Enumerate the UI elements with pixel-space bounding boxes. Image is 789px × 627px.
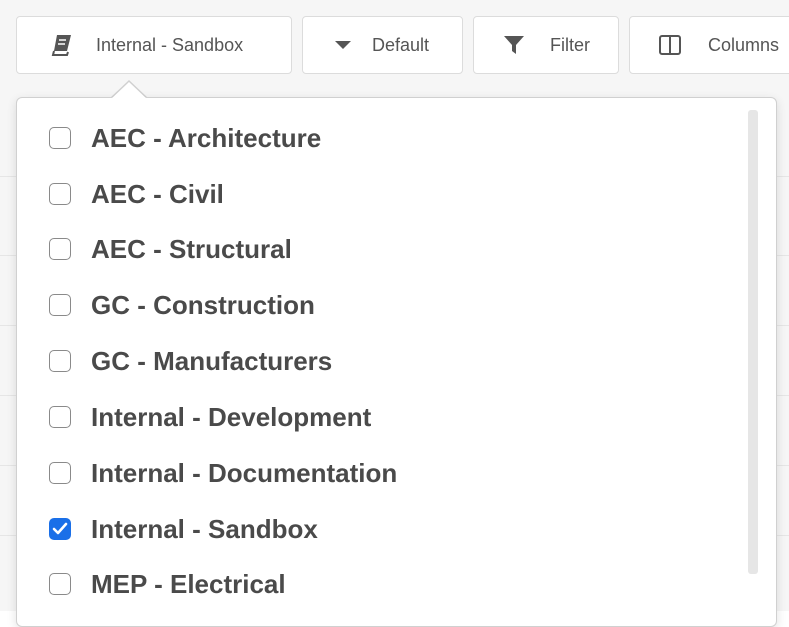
option-label: GC - Construction [91, 289, 315, 320]
option-gc-construction[interactable]: GC - Construction [49, 285, 315, 325]
checkbox[interactable] [49, 406, 71, 428]
option-label: Internal - Development [91, 401, 372, 432]
checkbox[interactable] [49, 238, 71, 260]
option-label: Internal - Documentation [91, 457, 398, 488]
option-label: AEC - Architecture [91, 122, 322, 153]
option-gc-manufacturers[interactable]: GC - Manufacturers [49, 341, 332, 381]
option-label: GC - Manufacturers [91, 345, 333, 376]
option-aec-structural[interactable]: AEC - Structural [49, 229, 292, 269]
filter-icon [504, 35, 524, 55]
columns-icon [658, 35, 682, 55]
checkbox[interactable] [49, 127, 71, 149]
filter-label: Filter [550, 34, 590, 55]
project-dropdown-menu: AEC - Architecture AEC - Civil AEC - Str… [16, 97, 777, 627]
checkbox[interactable] [49, 350, 71, 372]
default-view-button[interactable]: Default [302, 16, 463, 74]
checkbox[interactable] [49, 183, 71, 205]
checkbox[interactable] [49, 294, 71, 316]
default-view-label: Default [372, 34, 430, 55]
option-internal-sandbox[interactable]: Internal - Sandbox [49, 509, 318, 549]
project-selector-label: Internal - Sandbox [96, 34, 244, 55]
option-internal-development[interactable]: Internal - Development [49, 397, 371, 437]
option-aec-architecture[interactable]: AEC - Architecture [49, 118, 321, 158]
checkbox-checked[interactable] [49, 518, 71, 540]
checkmark-icon [52, 522, 68, 535]
checkbox[interactable] [49, 462, 71, 484]
option-label: AEC - Civil [91, 178, 224, 209]
caret-down-icon [334, 40, 352, 50]
dropdown-pointer-fill [111, 82, 147, 99]
book-icon [50, 34, 74, 56]
checkbox[interactable] [49, 573, 71, 595]
option-label: Internal - Sandbox [91, 513, 318, 544]
project-selector-button[interactable]: Internal - Sandbox [16, 16, 292, 74]
option-aec-civil[interactable]: AEC - Civil [49, 174, 224, 214]
option-label: AEC - Structural [91, 233, 292, 264]
columns-label: Columns [708, 34, 780, 55]
option-mep-electrical[interactable]: MEP - Electrical [49, 564, 286, 604]
filter-button[interactable]: Filter [473, 16, 619, 74]
dropdown-scrollbar[interactable] [748, 110, 758, 574]
option-label: MEP - Electrical [91, 568, 286, 599]
option-internal-documentation[interactable]: Internal - Documentation [49, 453, 397, 493]
columns-button[interactable]: Columns [629, 16, 789, 74]
